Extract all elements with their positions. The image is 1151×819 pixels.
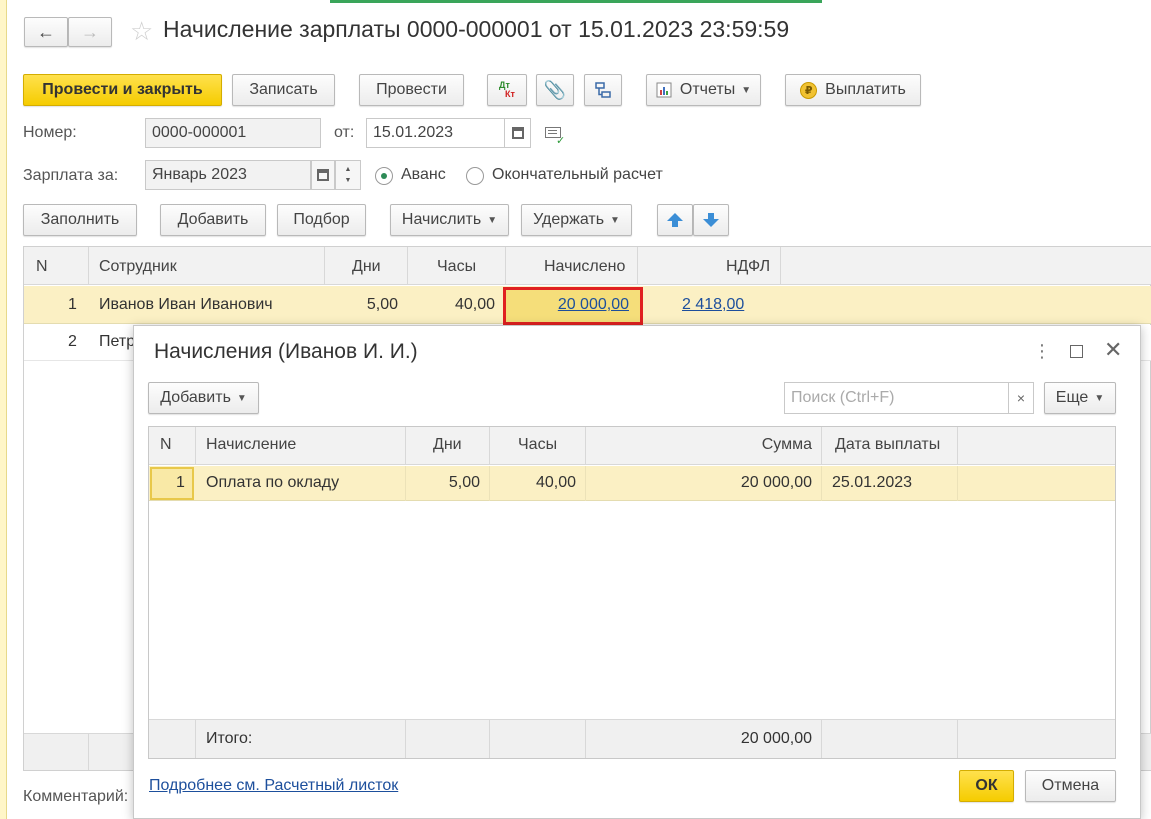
dropdown-caret-icon: ▼ xyxy=(741,84,752,96)
col-days-header: Дни xyxy=(352,258,381,275)
employee-name[interactable]: Петр xyxy=(99,333,135,351)
clear-search-button[interactable]: × xyxy=(1008,382,1034,414)
radio-advance-label: Аванс xyxy=(401,166,446,183)
dropdown-caret-icon: ▼ xyxy=(610,214,620,226)
radio-final[interactable] xyxy=(466,167,484,185)
more-button[interactable]: Еще ▼ xyxy=(1044,382,1116,414)
reports-button[interactable]: Отчеты ▼ xyxy=(646,74,761,106)
calendar-icon xyxy=(317,169,329,181)
total-label: Итого: xyxy=(206,730,253,747)
pick-button[interactable]: Подбор xyxy=(277,204,366,236)
fill-button[interactable]: Заполнить xyxy=(23,204,137,236)
post-and-close-button[interactable]: Провести и закрыть xyxy=(23,74,222,106)
save-button[interactable]: Записать xyxy=(232,74,335,106)
ruble-coin-icon: ₽ xyxy=(800,81,818,99)
dt-kt-button[interactable]: Дт Кт xyxy=(487,74,527,106)
period-stepper[interactable]: ▲ ▼ xyxy=(335,160,361,190)
post-button[interactable]: Провести xyxy=(359,74,464,106)
col-days-header: Дни xyxy=(433,436,462,453)
dialog-title: Начисления (Иванов И. И.) xyxy=(154,340,418,363)
comment-label: Комментарий: xyxy=(23,788,129,805)
sum-value[interactable]: 20 000,00 xyxy=(741,474,812,492)
row-number: 1 xyxy=(68,296,77,313)
document-check-icon[interactable]: ✓ xyxy=(545,125,565,147)
col-accrued-header: Начислено xyxy=(544,258,626,275)
radio-final-label: Окончательный расчет xyxy=(492,166,663,183)
accrue-button[interactable]: Начислить ▼ xyxy=(390,204,509,236)
withhold-button[interactable]: Удержать ▼ xyxy=(521,204,632,236)
stepper-up-icon: ▲ xyxy=(344,166,352,173)
row-number: 1 xyxy=(176,474,185,491)
back-button[interactable]: ← xyxy=(24,17,68,47)
arrow-left-icon: ← xyxy=(37,21,55,42)
number-label: Номер: xyxy=(23,124,77,141)
accrued-value-link[interactable]: 20 000,00 xyxy=(558,296,629,314)
accruals-table-footer xyxy=(149,719,1115,758)
dt-kt-icon: Дт Кт xyxy=(499,80,515,99)
more-vertical-icon[interactable]: ⋮ xyxy=(1033,341,1051,362)
clear-icon: × xyxy=(1016,390,1026,406)
dropdown-caret-icon: ▼ xyxy=(1094,392,1105,404)
accrual-name[interactable]: Оплата по окладу xyxy=(206,474,339,492)
dialog-add-button[interactable]: Добавить ▼ xyxy=(148,382,259,414)
move-down-button[interactable] xyxy=(693,204,729,236)
add-button[interactable]: Добавить xyxy=(160,204,266,236)
radio-advance[interactable] xyxy=(375,167,393,185)
paperclip-icon: 📎 xyxy=(543,79,567,100)
move-up-button[interactable] xyxy=(657,204,693,236)
stepper-down-icon: ▼ xyxy=(344,177,352,184)
arrow-down-icon xyxy=(703,213,719,227)
total-sum: 20 000,00 xyxy=(740,730,812,747)
dropdown-caret-icon: ▼ xyxy=(236,392,247,404)
report-chart-icon xyxy=(656,82,672,98)
number-field[interactable]: 0000-000001 xyxy=(145,118,321,148)
col-hours-header: Часы xyxy=(518,436,558,453)
top-active-tab-line xyxy=(330,0,822,3)
col-pay-date-header: Дата выплаты xyxy=(835,436,941,453)
col-sum-header: Сумма xyxy=(761,436,812,453)
calendar-icon xyxy=(512,127,524,139)
col-accrual-header: Начисление xyxy=(206,436,297,453)
cancel-button[interactable]: Отмена xyxy=(1025,770,1116,802)
date-label: от: xyxy=(334,124,355,141)
arrow-right-icon: → xyxy=(81,21,99,42)
close-icon[interactable]: ✕ xyxy=(1104,339,1122,361)
dropdown-caret-icon: ▼ xyxy=(487,214,498,226)
maximize-icon[interactable] xyxy=(1070,345,1083,358)
days-value[interactable]: 5,00 xyxy=(449,474,480,492)
days-value[interactable]: 5,00 xyxy=(367,296,398,314)
ok-button[interactable]: ОК xyxy=(959,770,1014,802)
arrow-up-icon xyxy=(667,213,683,227)
payslip-link[interactable]: Подробнее см. Расчетный листок xyxy=(149,777,398,795)
structure-button[interactable] xyxy=(584,74,622,106)
row-number: 2 xyxy=(68,333,77,350)
row-n-cell-selected[interactable] xyxy=(150,467,194,500)
pay-date-value[interactable]: 25.01.2023 xyxy=(832,474,912,492)
forward-button[interactable]: → xyxy=(68,17,112,47)
favorite-star-icon[interactable]: ☆ xyxy=(130,16,153,47)
col-ndfl-header: НДФЛ xyxy=(726,258,771,275)
col-employee-header: Сотрудник xyxy=(99,258,177,275)
pay-button[interactable]: ₽ Выплатить xyxy=(785,74,921,106)
hours-value[interactable]: 40,00 xyxy=(455,296,495,314)
salary-for-field[interactable]: Январь 2023 xyxy=(145,160,311,190)
structure-icon xyxy=(595,82,611,98)
hours-value[interactable]: 40,00 xyxy=(536,474,576,492)
col-n-header: N xyxy=(160,436,172,453)
employee-name[interactable]: Иванов Иван Иванович xyxy=(99,296,273,314)
calendar-button[interactable] xyxy=(504,118,531,148)
left-edge-strip xyxy=(0,0,7,819)
page-title: Начисление зарплаты 0000-000001 от 15.01… xyxy=(163,16,790,42)
salary-for-label: Зарплата за: xyxy=(23,167,119,184)
col-n-header: N xyxy=(36,258,48,275)
col-hours-header: Часы xyxy=(437,258,477,275)
attach-button[interactable]: 📎 xyxy=(536,74,574,106)
search-input[interactable]: Поиск (Ctrl+F) xyxy=(784,382,1009,414)
ndfl-value-link[interactable]: 2 418,00 xyxy=(682,296,744,314)
period-calendar-button[interactable] xyxy=(311,160,335,190)
